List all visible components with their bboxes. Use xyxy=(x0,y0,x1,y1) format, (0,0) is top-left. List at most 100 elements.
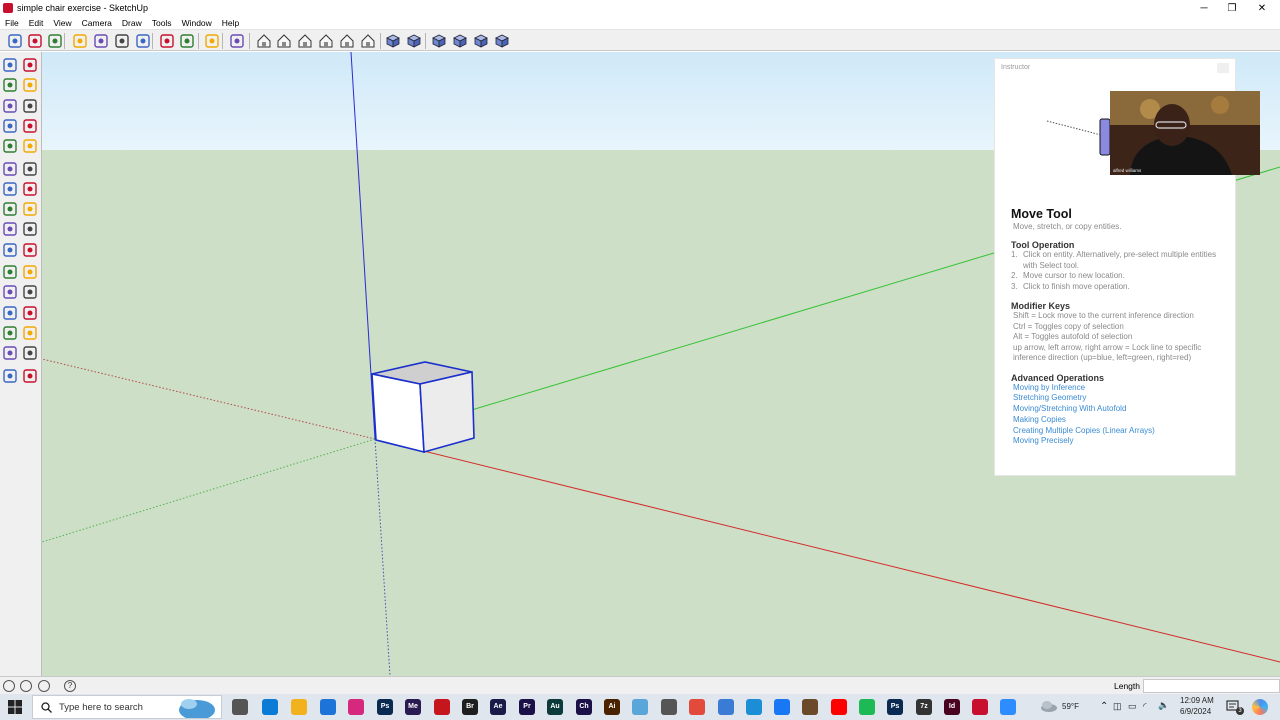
copilot-icon[interactable] xyxy=(1252,699,1268,715)
erase-icon[interactable] xyxy=(134,32,152,50)
section-plane-icon[interactable] xyxy=(21,367,39,385)
position-camera-icon[interactable] xyxy=(1,344,19,362)
close-button[interactable]: ✕ xyxy=(1246,0,1278,16)
acrobat-icon[interactable] xyxy=(434,699,450,715)
print-icon[interactable] xyxy=(203,32,221,50)
weather-temp[interactable]: 59°F xyxy=(1062,702,1079,711)
menu-edit[interactable]: Edit xyxy=(24,18,49,28)
mail-icon[interactable] xyxy=(320,699,336,715)
calculator-icon[interactable] xyxy=(661,699,677,715)
model-info-icon[interactable] xyxy=(228,32,246,50)
geo-location-icon[interactable] xyxy=(3,680,15,692)
undo-icon[interactable] xyxy=(158,32,176,50)
dimension-icon[interactable] xyxy=(21,220,39,238)
top-view-icon[interactable] xyxy=(275,32,293,50)
advanced-link[interactable]: Moving by Inference xyxy=(1011,383,1226,394)
panel-close-button[interactable] xyxy=(1217,63,1229,73)
advanced-link[interactable]: Stretching Geometry xyxy=(1011,393,1226,404)
weather-icon[interactable] xyxy=(1040,700,1058,712)
iso-view-icon[interactable] xyxy=(255,32,273,50)
xray-icon[interactable] xyxy=(384,32,402,50)
length-input[interactable] xyxy=(1143,679,1280,693)
menu-view[interactable]: View xyxy=(48,18,76,28)
user-icon[interactable] xyxy=(38,680,50,692)
freehand-icon[interactable] xyxy=(21,137,39,155)
menu-camera[interactable]: Camera xyxy=(77,18,117,28)
paste-icon[interactable] xyxy=(113,32,131,50)
windows-start-icon[interactable] xyxy=(8,700,22,714)
back-view-icon[interactable] xyxy=(338,32,356,50)
photoshop-2-icon[interactable]: Ps xyxy=(887,699,903,715)
tray-meet-icon[interactable]: ◫ xyxy=(1113,701,1122,712)
protractor-icon[interactable] xyxy=(1,241,19,259)
help-icon[interactable]: ? xyxy=(64,680,76,692)
walk-icon[interactable] xyxy=(1,367,19,385)
redo-icon[interactable] xyxy=(178,32,196,50)
save-icon[interactable] xyxy=(46,32,64,50)
illustrator-icon[interactable]: Ai xyxy=(604,699,620,715)
push-pull-icon[interactable] xyxy=(21,160,39,178)
offset-icon[interactable] xyxy=(21,200,39,218)
premiere-icon[interactable]: Pr xyxy=(519,699,535,715)
spotify-icon[interactable] xyxy=(859,699,875,715)
scale-icon[interactable] xyxy=(1,200,19,218)
look-around-icon[interactable] xyxy=(21,344,39,362)
rotate-icon[interactable] xyxy=(1,180,19,198)
menu-tools[interactable]: Tools xyxy=(147,18,177,28)
tray-network-icon[interactable]: ◜ xyxy=(1143,701,1147,712)
next-view-icon[interactable] xyxy=(21,324,39,342)
after-effects-icon[interactable]: Ae xyxy=(490,699,506,715)
photo-icon[interactable] xyxy=(802,699,818,715)
selected-cube[interactable] xyxy=(371,361,475,454)
youtube-icon[interactable] xyxy=(831,699,847,715)
media-encoder-icon[interactable]: Me xyxy=(405,699,421,715)
menu-file[interactable]: File xyxy=(0,18,24,28)
bridge-icon[interactable]: Br xyxy=(462,699,478,715)
text-icon[interactable] xyxy=(21,241,39,259)
orbit-icon[interactable] xyxy=(1,283,19,301)
arc-icon[interactable] xyxy=(21,117,39,135)
circle-icon[interactable] xyxy=(1,117,19,135)
advanced-link[interactable]: Making Copies xyxy=(1011,415,1226,426)
tray-chevron-icon[interactable]: ⌃ xyxy=(1100,701,1108,712)
previous-view-icon[interactable] xyxy=(1,324,19,342)
edge-icon[interactable] xyxy=(262,699,278,715)
camera-raw-icon[interactable] xyxy=(718,699,734,715)
left-view-icon[interactable] xyxy=(359,32,377,50)
cube-right-face[interactable] xyxy=(419,371,475,454)
file-explorer-icon[interactable] xyxy=(291,699,307,715)
chrome-icon[interactable] xyxy=(689,699,705,715)
select-icon[interactable] xyxy=(1,56,19,74)
hidden-line-icon[interactable] xyxy=(430,32,448,50)
copy-icon[interactable] xyxy=(92,32,110,50)
zoom-icon[interactable] xyxy=(1,304,19,322)
zoom-extents-icon[interactable] xyxy=(21,304,39,322)
move-icon[interactable] xyxy=(1,160,19,178)
3d-text-icon[interactable] xyxy=(21,263,39,281)
clock-date[interactable]: 6/9/2024 xyxy=(1180,707,1211,716)
new-icon[interactable] xyxy=(6,32,24,50)
photoshop-icon[interactable]: Ps xyxy=(377,699,393,715)
indesign-icon[interactable]: Id xyxy=(944,699,960,715)
cut-icon[interactable] xyxy=(71,32,89,50)
make-component-icon[interactable] xyxy=(21,56,39,74)
zoom-icon[interactable] xyxy=(1000,699,1016,715)
line-icon[interactable] xyxy=(21,97,39,115)
pan-icon[interactable] xyxy=(21,283,39,301)
paint-bucket-icon[interactable] xyxy=(1,76,19,94)
edge-beta-icon[interactable] xyxy=(746,699,762,715)
menu-window[interactable]: Window xyxy=(177,18,217,28)
taskbar-search-input[interactable]: Type here to search xyxy=(32,695,222,719)
paint-icon[interactable] xyxy=(632,699,648,715)
shaded-icon[interactable] xyxy=(451,32,469,50)
task-view-icon[interactable] xyxy=(232,699,248,715)
instagram-icon[interactable] xyxy=(348,699,364,715)
front-view-icon[interactable] xyxy=(296,32,314,50)
right-view-icon[interactable] xyxy=(317,32,335,50)
polygon-icon[interactable] xyxy=(1,137,19,155)
tray-volume-icon[interactable]: 🔈 xyxy=(1158,700,1169,711)
wireframe-icon[interactable] xyxy=(405,32,423,50)
advanced-link[interactable]: Moving Precisely xyxy=(1011,436,1226,447)
axes-icon[interactable] xyxy=(1,263,19,281)
credits-icon[interactable] xyxy=(20,680,32,692)
